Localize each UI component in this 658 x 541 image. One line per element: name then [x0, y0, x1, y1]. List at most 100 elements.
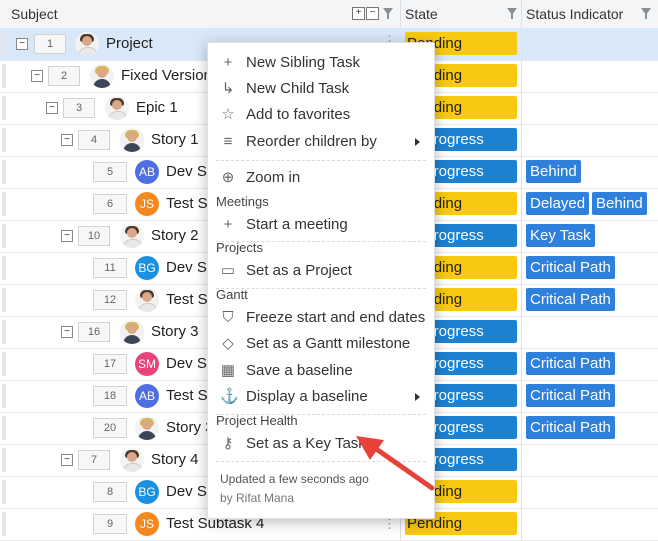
- avatar[interactable]: [120, 320, 144, 344]
- status-indicator-tag: Critical Path: [526, 352, 615, 375]
- avatar[interactable]: [120, 128, 144, 152]
- drag-handle[interactable]: [2, 448, 6, 472]
- avatar[interactable]: AB: [135, 384, 159, 408]
- menu-separator: [216, 160, 426, 161]
- status-tags: Behind: [526, 160, 584, 183]
- status-tags: Key Task: [526, 224, 598, 247]
- subject-filter-icon[interactable]: [383, 8, 393, 19]
- menu-item-save-baseline[interactable]: ▦ Save a baseline: [208, 359, 434, 383]
- drag-handle[interactable]: [2, 512, 6, 536]
- task-title[interactable]: Fixed Version: [121, 67, 212, 84]
- drag-handle[interactable]: [2, 256, 6, 280]
- avatar[interactable]: [75, 32, 99, 56]
- diamond-icon: ◇: [222, 335, 234, 352]
- row-number: 16: [78, 322, 110, 342]
- drag-handle[interactable]: [2, 352, 6, 376]
- drag-handle[interactable]: [2, 320, 6, 344]
- avatar[interactable]: JS: [135, 512, 159, 536]
- shield-icon: ⛉: [222, 309, 234, 326]
- collapse-toggle-icon[interactable]: −: [16, 38, 28, 50]
- menu-item-label: Display a baseline: [246, 388, 368, 405]
- menu-item-display-baseline[interactable]: ⚓ Display a baseline: [208, 385, 434, 409]
- status-filter-icon[interactable]: [641, 8, 651, 19]
- state-filter-icon[interactable]: [507, 8, 517, 19]
- collapse-toggle-icon[interactable]: −: [31, 70, 43, 82]
- row-number: 17: [93, 354, 127, 374]
- status-indicator-tag: Critical Path: [526, 256, 615, 279]
- star-icon: ☆: [221, 106, 235, 123]
- status-indicator-tag: Behind: [592, 192, 647, 215]
- avatar[interactable]: JS: [135, 192, 159, 216]
- state-column-header[interactable]: State: [405, 0, 438, 28]
- drag-handle[interactable]: [2, 480, 6, 504]
- row-number: 7: [78, 450, 110, 470]
- menu-item-label: Freeze start and end dates: [246, 309, 426, 326]
- menu-item-label: Zoom in: [246, 169, 301, 186]
- menu-item-new-sibling-task[interactable]: + New Sibling Task: [208, 51, 434, 75]
- collapse-toggle-icon[interactable]: −: [46, 102, 58, 114]
- menu-item-zoom-in[interactable]: ⊕ Zoom in: [208, 166, 434, 190]
- drag-handle[interactable]: [2, 64, 6, 88]
- status-tags: Critical Path: [526, 256, 618, 279]
- task-title[interactable]: Project: [106, 35, 153, 52]
- avatar[interactable]: [90, 64, 114, 88]
- collapse-toggle-icon[interactable]: −: [61, 326, 73, 338]
- avatar[interactable]: [135, 416, 159, 440]
- collapse-all-button[interactable]: −: [366, 7, 379, 20]
- menu-item-label: Reorder children by: [246, 133, 377, 150]
- avatar[interactable]: BG: [135, 256, 159, 280]
- menu-item-label: Set as a Gantt milestone: [246, 335, 411, 352]
- avatar[interactable]: AB: [135, 160, 159, 184]
- status-tags: Critical Path: [526, 416, 618, 439]
- subject-column-header[interactable]: Subject: [11, 0, 58, 28]
- row-number: 10: [78, 226, 110, 246]
- collapse-toggle-icon[interactable]: −: [61, 134, 73, 146]
- drag-handle[interactable]: [2, 96, 6, 120]
- status-indicator-tag: Key Task: [526, 224, 595, 247]
- key-icon: ⚷: [222, 435, 234, 452]
- drag-handle[interactable]: [2, 160, 6, 184]
- menu-item-freeze-dates[interactable]: ⛉ Freeze start and end dates: [208, 306, 434, 330]
- folder-icon: ▭: [220, 262, 236, 279]
- task-title[interactable]: Story 4: [151, 451, 199, 468]
- menu-item-new-child-task[interactable]: ↳ New Child Task: [208, 77, 434, 101]
- drag-handle[interactable]: [2, 192, 6, 216]
- task-title[interactable]: Story 3: [151, 323, 199, 340]
- menu-item-add-to-favorites[interactable]: ☆ Add to favorites: [208, 103, 434, 127]
- task-title[interactable]: Story 1: [151, 131, 199, 148]
- drag-handle[interactable]: [2, 416, 6, 440]
- menu-updated-by: by Rifat Mana: [220, 491, 295, 505]
- avatar[interactable]: [120, 448, 144, 472]
- collapse-toggle-icon[interactable]: −: [61, 454, 73, 466]
- avatar[interactable]: SM: [135, 352, 159, 376]
- row-number: 5: [93, 162, 127, 182]
- menu-item-set-as-project[interactable]: ▭ Set as a Project: [208, 259, 434, 283]
- child-arrow-icon: ↳: [221, 80, 235, 97]
- avatar[interactable]: [135, 288, 159, 312]
- status-indicator-column-header[interactable]: Status Indicator: [526, 0, 623, 28]
- drag-handle[interactable]: [2, 128, 6, 152]
- submenu-arrow-icon: [415, 138, 420, 146]
- drag-handle[interactable]: [2, 384, 6, 408]
- row-number: 20: [93, 418, 127, 438]
- menu-item-gantt-milestone[interactable]: ◇ Set as a Gantt milestone: [208, 332, 434, 356]
- collapse-toggle-icon[interactable]: −: [61, 230, 73, 242]
- annotation-arrow: [356, 436, 435, 491]
- drag-handle[interactable]: [2, 224, 6, 248]
- drag-handle[interactable]: [2, 32, 6, 56]
- expand-all-button[interactable]: +: [352, 7, 365, 20]
- menu-item-start-meeting[interactable]: + Start a meeting: [208, 213, 434, 237]
- menu-section-meetings: Meetings: [216, 194, 269, 209]
- menu-section-project-health: Project Health: [216, 413, 298, 428]
- plus-icon: +: [223, 54, 233, 71]
- task-title[interactable]: Epic 1: [136, 99, 178, 116]
- anchor-icon: ⚓: [220, 388, 239, 405]
- drag-handle[interactable]: [2, 288, 6, 312]
- menu-item-reorder-children[interactable]: ≡ Reorder children by: [208, 130, 434, 154]
- avatar[interactable]: [120, 224, 144, 248]
- avatar[interactable]: BG: [135, 480, 159, 504]
- menu-item-label: Save a baseline: [246, 362, 353, 379]
- avatar[interactable]: [105, 96, 129, 120]
- row-number: 9: [93, 514, 127, 534]
- task-title[interactable]: Story 2: [151, 227, 199, 244]
